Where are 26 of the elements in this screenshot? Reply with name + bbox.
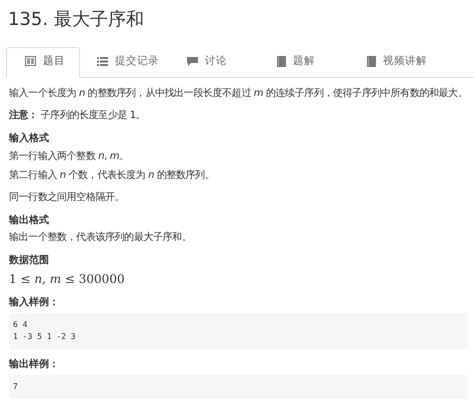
tab[interactable]: 视频讲解 bbox=[350, 46, 440, 78]
code-line: 7 bbox=[13, 381, 18, 394]
section-heading: 输出样例： bbox=[9, 358, 60, 372]
tab[interactable]: 讨论 bbox=[170, 46, 260, 78]
section-heading: 数据范围 bbox=[9, 254, 50, 268]
paragraph: 注意： 子序列的长度至少是 1。 bbox=[9, 109, 146, 124]
paragraph: 输入一个长度为 n 的整数序列，从中找出一段长度不超过 m 的连续子序列，使得子序列中所有数的和最大。 bbox=[9, 87, 468, 102]
tab[interactable]: 提交记录 bbox=[80, 46, 170, 78]
section-heading: 输入样例： bbox=[9, 296, 60, 310]
section-heading: 输出格式 bbox=[9, 214, 50, 228]
code-line: 6 4 bbox=[13, 319, 28, 332]
book-icon bbox=[25, 56, 36, 66]
document-icon bbox=[277, 56, 286, 67]
code-line: 1 -3 5 1 -2 3 bbox=[13, 331, 76, 344]
comment-icon bbox=[187, 56, 198, 66]
tab[interactable]: 题目 bbox=[6, 46, 80, 78]
paragraph: 第二行输入 n 个数，代表长度为 n 的整数序列。 bbox=[9, 169, 214, 184]
tab[interactable]: 题解 bbox=[260, 46, 350, 78]
list-icon bbox=[97, 56, 108, 66]
math-formula: 1 ≤ n, m ≤ 300000 bbox=[9, 271, 126, 288]
section-heading: 输入格式 bbox=[9, 132, 50, 146]
paragraph: 第一行输入两个整数 n, m。 bbox=[9, 150, 129, 164]
document-icon bbox=[367, 56, 376, 67]
problem-title: 135. 最大子序和 bbox=[7, 8, 145, 31]
paragraph: 同一行数之间用空格隔开。 bbox=[9, 191, 124, 206]
paragraph: 输出一个整数，代表该序列的最大子序和。 bbox=[9, 231, 192, 246]
